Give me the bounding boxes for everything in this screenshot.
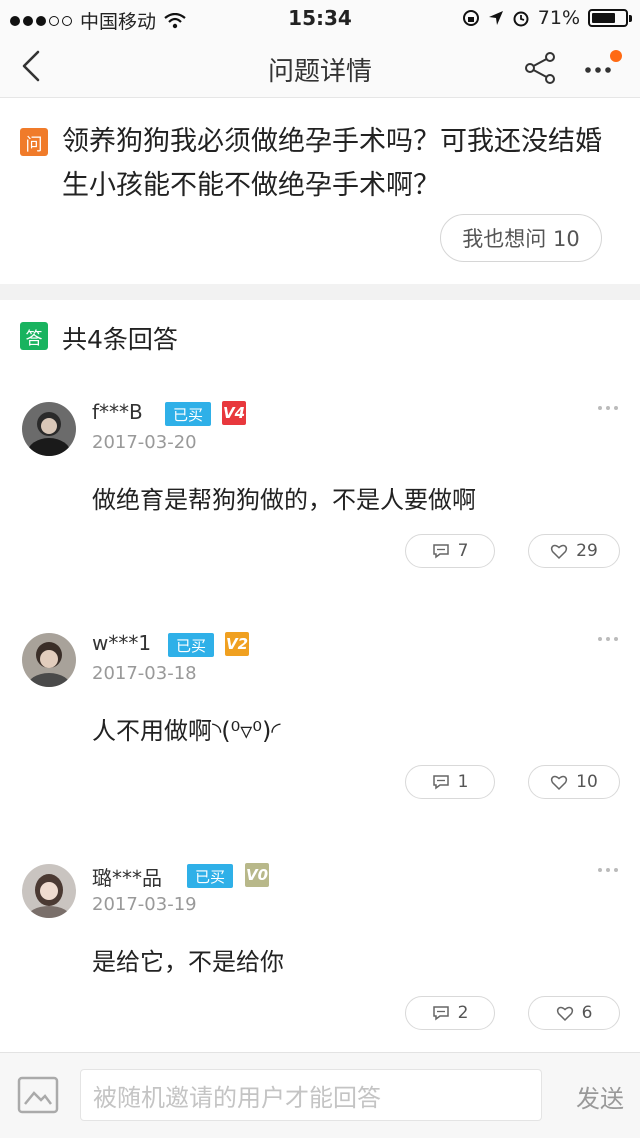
answer-date: 2017-03-20 [92, 432, 197, 453]
ask-too-button[interactable]: 我也想问 10 [440, 214, 602, 262]
rotation-lock-icon [462, 10, 479, 26]
username[interactable]: 璐***品 [92, 862, 162, 891]
location-icon [488, 11, 503, 25]
level-badge: V2 [225, 632, 249, 656]
share-icon [525, 52, 555, 84]
bought-tag: 已买 [168, 633, 215, 657]
more-button[interactable] [582, 50, 622, 86]
like-button[interactable]: 29 [528, 534, 620, 568]
image-icon [17, 1076, 59, 1114]
answer-date: 2017-03-18 [92, 663, 197, 684]
bought-tag: 已买 [165, 402, 212, 426]
status-bar: 中国移动 15:34 71% [0, 0, 640, 36]
reply-bar: 被随机邀请的用户才能回答 发送 [0, 1052, 640, 1138]
comment-button[interactable]: 7 [405, 534, 495, 568]
reply-input[interactable]: 被随机邀请的用户才能回答 [80, 1069, 542, 1121]
question-card: 问 领养狗狗我必须做绝孕手术吗？可我还没结婚生小孩能不能不做绝孕手术啊？ 我也想… [0, 98, 640, 284]
answers-header: 答 共4条回答 [0, 300, 640, 372]
answer-more-icon[interactable] [598, 637, 618, 641]
share-button[interactable] [522, 50, 558, 86]
section-divider [0, 284, 640, 300]
like-button[interactable]: 10 [528, 765, 620, 799]
nav-bar: 问题详情 [0, 36, 640, 98]
back-button[interactable] [14, 48, 50, 84]
answer-count: 共4条回答 [62, 325, 178, 354]
like-icon [551, 775, 568, 790]
avatar[interactable] [22, 633, 76, 687]
comment-button[interactable]: 2 [405, 996, 495, 1030]
username[interactable]: w***1 [92, 631, 151, 655]
comment-icon [432, 775, 449, 790]
like-icon [551, 544, 568, 559]
like-count: 6 [581, 1003, 593, 1023]
comment-button[interactable]: 1 [405, 765, 495, 799]
answer-text: 是给它，不是给你 [92, 948, 284, 976]
username[interactable]: f***B [92, 400, 143, 424]
like-count: 10 [576, 772, 598, 792]
comment-count: 7 [457, 541, 469, 561]
comment-count: 2 [457, 1003, 469, 1023]
bought-tag: 已买 [187, 864, 234, 888]
answer-more-icon[interactable] [598, 406, 618, 410]
battery-icon [588, 9, 632, 27]
answer-text: 做绝育是帮狗狗做的，不是人要做啊 [92, 486, 476, 514]
answer-item: 璐***品 已买 V0 2017-03-19 是给它，不是给你 2 6 [0, 852, 640, 1083]
alarm-icon [513, 11, 529, 27]
like-icon [556, 1006, 573, 1021]
answer-more-icon[interactable] [598, 868, 618, 872]
comment-icon [432, 1006, 449, 1021]
chevron-left-icon [22, 50, 40, 82]
answer-text: 人不用做啊◝(⁰▿⁰)◜ [92, 717, 281, 745]
answer-icon: 答 [20, 322, 48, 350]
notification-dot [610, 50, 622, 62]
level-badge: V0 [245, 863, 269, 887]
comment-count: 1 [457, 772, 469, 792]
question-text: 领养狗狗我必须做绝孕手术吗？可我还没结婚生小孩能不能不做绝孕手术啊？ [62, 126, 602, 201]
level-badge: V4 [222, 401, 246, 425]
question-icon: 问 [20, 128, 48, 156]
battery-percent: 71% [537, 7, 580, 29]
like-button[interactable]: 6 [528, 996, 620, 1030]
answer-item: w***1 已买 V2 2017-03-18 人不用做啊◝(⁰▿⁰)◜ 1 10 [0, 621, 640, 852]
image-button[interactable] [16, 1075, 60, 1115]
like-count: 29 [576, 541, 598, 561]
send-button[interactable]: 发送 [576, 1079, 624, 1114]
comment-icon [432, 544, 449, 559]
answer-item: f***B 已买 V4 2017-03-20 做绝育是帮狗狗做的，不是人要做啊 … [0, 390, 640, 621]
avatar[interactable] [22, 402, 76, 456]
avatar[interactable] [22, 864, 76, 918]
answer-date: 2017-03-19 [92, 894, 197, 915]
